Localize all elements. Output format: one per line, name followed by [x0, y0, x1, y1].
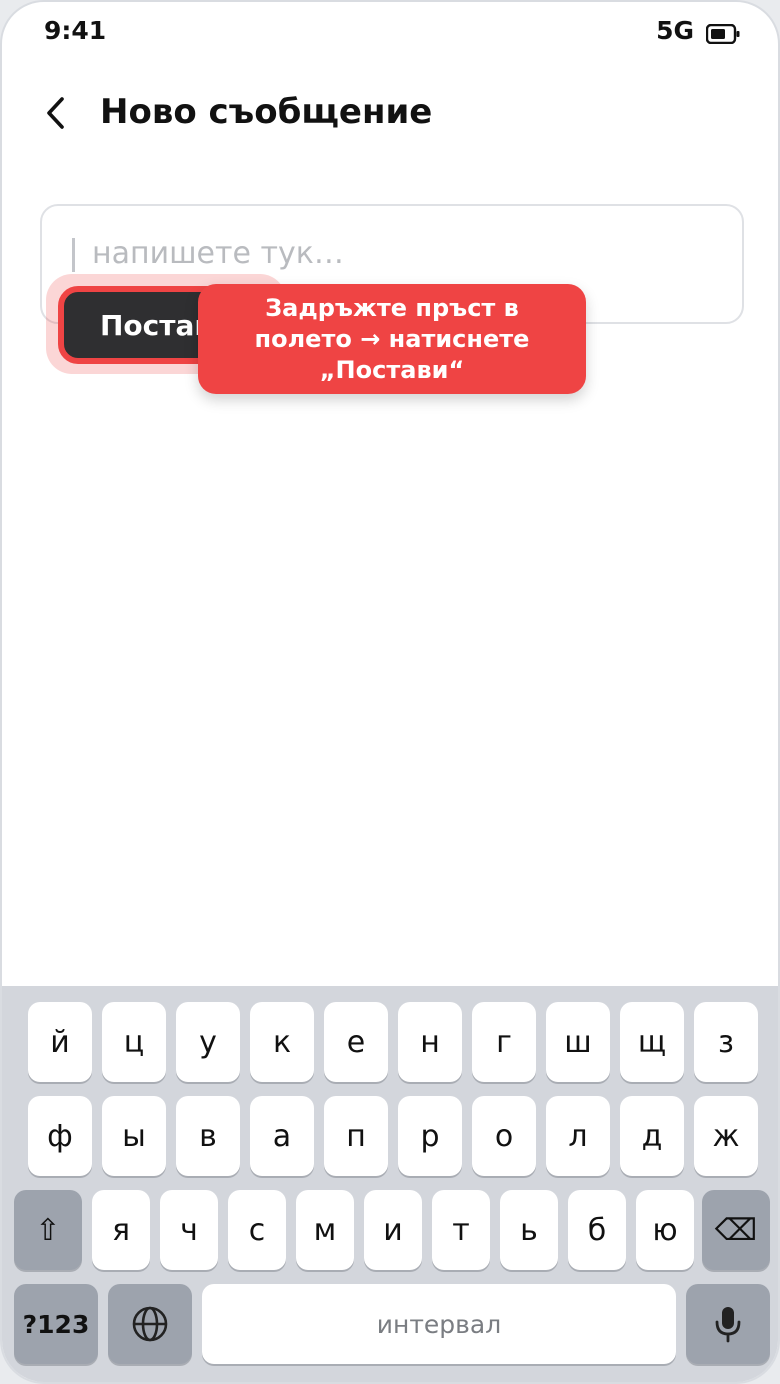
backspace-key[interactable]: ⌫	[702, 1190, 770, 1270]
key-17[interactable]: о	[472, 1096, 536, 1176]
key-20[interactable]: ж	[694, 1096, 758, 1176]
key-5[interactable]: е	[324, 1002, 388, 1082]
key-12[interactable]: ы	[102, 1096, 166, 1176]
back-button[interactable]	[30, 88, 80, 138]
numbers-key[interactable]: ?123	[14, 1284, 98, 1364]
chevron-left-icon	[47, 97, 64, 129]
tooltip-text: Задръжте пръст в полето → натиснете „Пос…	[254, 293, 530, 384]
key-9[interactable]: щ	[620, 1002, 684, 1082]
key-21[interactable]: я	[92, 1190, 150, 1270]
key-18[interactable]: л	[546, 1096, 610, 1176]
message-placeholder: напишете тук…	[92, 236, 344, 271]
key-2[interactable]: ц	[102, 1002, 166, 1082]
key-6[interactable]: н	[398, 1002, 462, 1082]
page-title: Ново съобщение	[100, 92, 433, 132]
key-23[interactable]: с	[228, 1190, 286, 1270]
keyboard: й ц у к е н г ш щ з ф ы в а п р о л д ж …	[2, 986, 778, 1382]
key-8[interactable]: ш	[546, 1002, 610, 1082]
key-4[interactable]: к	[250, 1002, 314, 1082]
space-key[interactable]: интервал	[202, 1284, 676, 1364]
globe-icon	[132, 1306, 168, 1342]
key-10[interactable]: з	[694, 1002, 758, 1082]
key-22[interactable]: ч	[160, 1190, 218, 1270]
key-15[interactable]: п	[324, 1096, 388, 1176]
key-11[interactable]: ф	[28, 1096, 92, 1176]
key-25[interactable]: и	[364, 1190, 422, 1270]
header: Ново съобщение	[2, 72, 778, 156]
key-29[interactable]: ю	[636, 1190, 694, 1270]
key-3[interactable]: у	[176, 1002, 240, 1082]
key-27[interactable]: ь	[500, 1190, 558, 1270]
battery-icon	[706, 24, 740, 44]
key-13[interactable]: в	[176, 1096, 240, 1176]
key-16[interactable]: р	[398, 1096, 462, 1176]
microphone-icon	[715, 1307, 741, 1343]
globe-key[interactable]	[108, 1284, 192, 1364]
mic-key[interactable]	[686, 1284, 770, 1364]
key-26[interactable]: т	[432, 1190, 490, 1270]
key-24[interactable]: м	[296, 1190, 354, 1270]
key-1[interactable]: й	[28, 1002, 92, 1082]
key-19[interactable]: д	[620, 1096, 684, 1176]
paste-button-label: Постав	[100, 308, 213, 342]
status-time: 9:41	[44, 16, 107, 45]
status-bar: 9:41 5G	[2, 2, 778, 64]
hint-tooltip: Задръжте пръст в полето → натиснете „Пос…	[198, 284, 586, 394]
shift-key[interactable]: ⇧	[14, 1190, 82, 1270]
network-indicator: 5G	[656, 16, 694, 45]
key-14[interactable]: а	[250, 1096, 314, 1176]
phone-screen: 9:41 5G Ново съобщение напишете тук… Пос…	[0, 0, 780, 1384]
key-7[interactable]: г	[472, 1002, 536, 1082]
key-28[interactable]: б	[568, 1190, 626, 1270]
text-caret	[72, 238, 75, 272]
